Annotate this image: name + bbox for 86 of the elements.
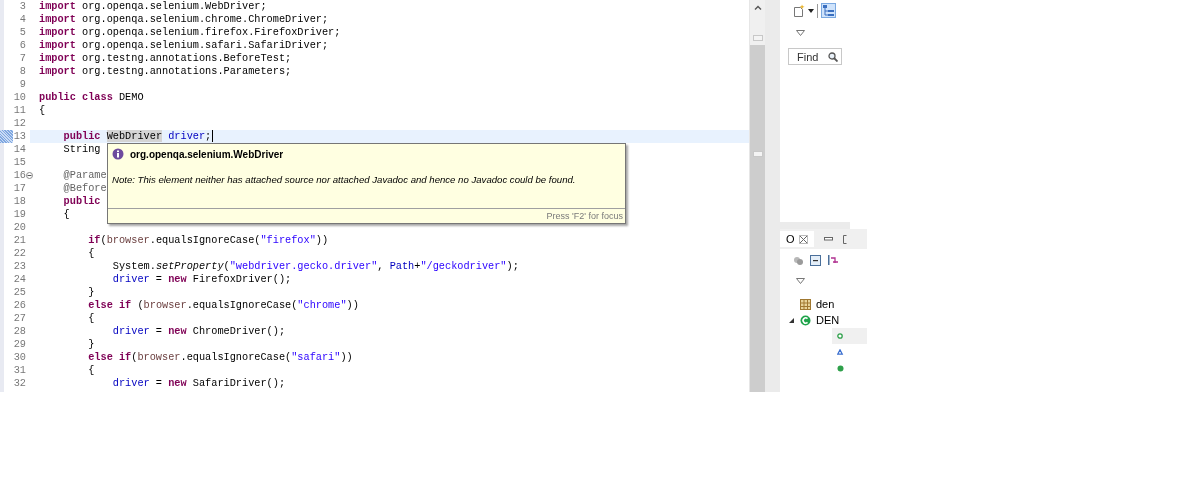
code-line: import org.openqa.selenium.safari.SafariDriver; [38, 39, 329, 52]
code-line: if(browser.equalsIgnoreCase("firefox")) [87, 234, 329, 247]
code-line: } [87, 286, 95, 299]
code-line: import org.openqa.selenium.firefox.FirefoxDriver; [38, 26, 341, 39]
tree-view-icon[interactable] [822, 4, 835, 17]
line-number: 10 [12, 91, 26, 104]
info-icon [112, 148, 124, 160]
line-number: 12 [12, 117, 26, 130]
collapse-icon[interactable] [26, 172, 33, 179]
focus-hint: Press 'F2' for focus [108, 208, 625, 223]
class-icon [800, 314, 811, 326]
line-number: 23 [12, 260, 26, 273]
line-number: 17 [12, 182, 26, 195]
scroll-up-icon[interactable] [753, 5, 762, 10]
code-line: { [87, 247, 95, 260]
line-number: 32 [12, 377, 26, 390]
overview-marker[interactable] [753, 35, 763, 41]
code-line: } [87, 338, 95, 351]
line-number: 11 [12, 104, 26, 117]
line-number: 26 [12, 299, 26, 312]
sort-icon[interactable] [827, 254, 839, 266]
caret-icon[interactable] [808, 8, 814, 13]
line-number: 31 [12, 364, 26, 377]
code-line: import org.openqa.selenium.WebDriver; [38, 0, 267, 13]
code-line: { [62, 208, 70, 221]
line-number: 18 [12, 195, 26, 208]
scrollbar-thumb[interactable] [750, 45, 765, 392]
code-line: String [62, 143, 101, 156]
outline-item[interactable]: den [816, 298, 835, 310]
outline-tab[interactable]: O [780, 231, 814, 247]
line-number: 14 [12, 143, 26, 156]
line-number: 30 [12, 351, 26, 364]
code-line: driver = new ChromeDriver(); [111, 325, 286, 338]
line-number: 28 [12, 325, 26, 338]
view-menu-icon[interactable] [796, 30, 805, 36]
line-number: 25 [12, 286, 26, 299]
line-number: 22 [12, 247, 26, 260]
code-line: public class DEMO [38, 91, 144, 104]
code-line: else if (browser.equalsIgnoreCase("chrome")) [87, 299, 359, 312]
dot-icon [837, 364, 844, 372]
code-line: { [87, 312, 95, 325]
code-line: driver = new FirefoxDriver(); [111, 273, 292, 286]
collapse-all-icon[interactable] [810, 254, 821, 266]
code-line: import org.openqa.selenium.chrome.ChromeDriver; [38, 13, 329, 26]
line-number: 4 [18, 13, 26, 26]
find-field[interactable]: Find [788, 48, 842, 65]
line-number: 13 [12, 130, 26, 143]
line-number: 16 [12, 169, 26, 182]
line-number: 19 [12, 208, 26, 221]
filter-icon[interactable] [793, 254, 804, 266]
outline-item[interactable]: DEN [816, 314, 840, 326]
line-number: 8 [18, 65, 26, 78]
line-number: 7 [18, 52, 26, 65]
line-number: 27 [12, 312, 26, 325]
search-icon [828, 52, 838, 62]
code-line: import org.testng.annotations.BeforeTest; [38, 52, 292, 65]
line-number: 3 [18, 0, 26, 13]
code-line: @Before [62, 182, 107, 195]
view-menu-icon[interactable] [796, 278, 805, 284]
code-line: driver = new SafariDriver(); [111, 377, 286, 390]
code-line: else if(browser.equalsIgnoreCase("safari")) [87, 351, 353, 364]
close-icon[interactable] [798, 234, 808, 244]
line-number: 24 [12, 273, 26, 286]
line-number: 5 [18, 26, 26, 39]
triangle-icon [837, 348, 844, 356]
tooltip-title: org.openqa.selenium.WebDriver [130, 148, 284, 160]
code-line: { [87, 364, 95, 377]
minimize-icon[interactable] [823, 237, 833, 241]
grid-icon [800, 298, 811, 310]
line-number: 21 [12, 234, 26, 247]
line-number: 15 [12, 156, 26, 169]
line-number: 29 [12, 338, 26, 351]
code-line: @Parame [62, 169, 107, 182]
line-number: 20 [12, 221, 26, 234]
line-number: 6 [18, 39, 26, 52]
line-number: 9 [18, 78, 26, 91]
code-line: { [38, 104, 46, 117]
code-line: System.setProperty("webdriver.gecko.driver", Path+"/geckodriver"); [111, 260, 519, 273]
overview-marker[interactable] [753, 151, 763, 157]
tooltip-note: Note: This element neither has attached source nor attached Javadoc and hence no Javadoc could be found. [111, 173, 577, 187]
code-line: public [62, 195, 101, 208]
new-item-icon[interactable] [793, 4, 805, 17]
maximize-icon[interactable] [842, 234, 847, 244]
code-line: public WebDriver driver; [62, 130, 214, 143]
ring-icon [837, 333, 843, 339]
code-line: import org.testng.annotations.Parameters; [38, 65, 292, 78]
